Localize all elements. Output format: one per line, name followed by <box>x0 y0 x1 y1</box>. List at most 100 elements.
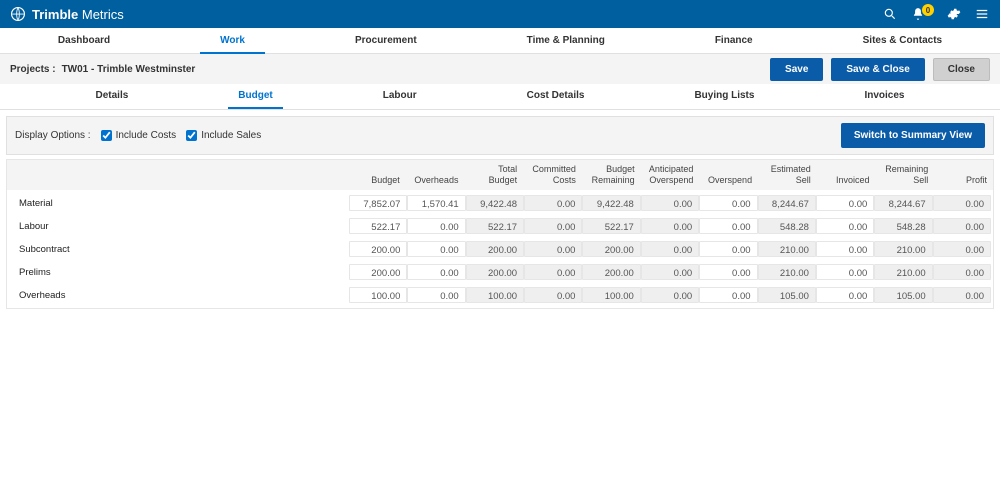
readonly-cell: 8,244.67 <box>874 195 932 211</box>
editable-cell[interactable]: 1,570.41 <box>407 195 465 211</box>
main-tab-finance[interactable]: Finance <box>695 28 773 54</box>
table-row: Material7,852.071,570.419,422.480.009,42… <box>9 193 991 213</box>
col-header-total-budget[interactable]: Total Budget <box>464 161 523 190</box>
main-tab-time-planning[interactable]: Time & Planning <box>507 28 625 54</box>
col-header-overspend[interactable]: Overspend <box>699 172 758 190</box>
menu-icon[interactable] <box>974 6 990 22</box>
readonly-cell: 210.00 <box>874 264 932 280</box>
project-bar: Projects : TW01 - Trimble Westminster Sa… <box>0 54 1000 84</box>
readonly-cell: 0.00 <box>524 264 582 280</box>
readonly-cell: 100.00 <box>582 287 640 303</box>
col-header-estimated-sell[interactable]: Estimated Sell <box>758 161 817 190</box>
col-header-profit[interactable]: Profit <box>934 172 993 190</box>
sub-tabs: Details Budget Labour Cost Details Buying Li… <box>0 84 1000 110</box>
main-tab-work[interactable]: Work <box>200 28 265 54</box>
row-label: Material <box>9 195 349 211</box>
table-row: Subcontract200.000.00200.000.00200.000.0… <box>9 239 991 259</box>
brand-name: Trimble Metrics <box>32 7 124 22</box>
editable-cell[interactable]: 200.00 <box>349 264 407 280</box>
editable-cell[interactable]: 0.00 <box>816 264 874 280</box>
editable-cell[interactable]: 0.00 <box>699 264 757 280</box>
projects-label: Projects : <box>10 64 56 75</box>
sub-tab-buying-lists[interactable]: Buying Lists <box>684 84 764 109</box>
switch-summary-button[interactable]: Switch to Summary View <box>841 123 985 148</box>
readonly-cell: 200.00 <box>582 264 640 280</box>
main-tab-dashboard[interactable]: Dashboard <box>38 28 130 54</box>
col-header-committed-costs[interactable]: Committed Costs <box>523 161 582 190</box>
readonly-cell: 0.00 <box>933 264 991 280</box>
row-label: Labour <box>9 218 349 234</box>
col-header-anticipated-overspend[interactable]: AnticipatedOverspend <box>641 161 700 190</box>
sub-tab-details[interactable]: Details <box>86 84 139 109</box>
col-header-remaining-sell[interactable]: Remaining Sell <box>876 161 935 190</box>
notification-count: 0 <box>922 4 934 16</box>
editable-cell[interactable]: 0.00 <box>699 195 757 211</box>
close-button[interactable]: Close <box>933 58 990 81</box>
readonly-cell: 0.00 <box>933 287 991 303</box>
readonly-cell: 548.28 <box>758 218 816 234</box>
readonly-cell: 0.00 <box>641 287 699 303</box>
editable-cell[interactable]: 0.00 <box>699 218 757 234</box>
readonly-cell: 0.00 <box>524 287 582 303</box>
readonly-cell: 0.00 <box>641 218 699 234</box>
editable-cell[interactable]: 200.00 <box>349 241 407 257</box>
include-costs-checkbox[interactable]: Include Costs <box>101 130 177 141</box>
editable-cell[interactable]: 0.00 <box>816 241 874 257</box>
editable-cell[interactable]: 0.00 <box>816 218 874 234</box>
table-row: Overheads100.000.00100.000.00100.000.000… <box>9 285 991 305</box>
main-tab-procurement[interactable]: Procurement <box>335 28 437 54</box>
col-header-invoiced[interactable]: Invoiced <box>817 172 876 190</box>
table-row: Prelims200.000.00200.000.00200.000.000.0… <box>9 262 991 282</box>
gear-icon[interactable] <box>946 6 962 22</box>
save-button[interactable]: Save <box>770 58 823 81</box>
readonly-cell: 0.00 <box>524 218 582 234</box>
readonly-cell: 200.00 <box>466 264 524 280</box>
readonly-cell: 0.00 <box>933 218 991 234</box>
editable-cell[interactable]: 100.00 <box>349 287 407 303</box>
readonly-cell: 0.00 <box>933 241 991 257</box>
project-name: TW01 - Trimble Westminster <box>62 64 196 75</box>
editable-cell[interactable]: 7,852.07 <box>349 195 407 211</box>
readonly-cell: 105.00 <box>874 287 932 303</box>
editable-cell[interactable]: 0.00 <box>407 241 465 257</box>
readonly-cell: 0.00 <box>641 241 699 257</box>
readonly-cell: 0.00 <box>641 264 699 280</box>
editable-cell[interactable]: 0.00 <box>407 287 465 303</box>
editable-cell[interactable]: 0.00 <box>699 241 757 257</box>
editable-cell[interactable]: 0.00 <box>816 287 874 303</box>
trimble-logo-icon <box>10 6 26 22</box>
readonly-cell: 0.00 <box>524 195 582 211</box>
main-tabs: Dashboard Work Procurement Time & Planning F… <box>0 28 1000 54</box>
col-header-row-label[interactable] <box>7 183 347 190</box>
readonly-cell: 9,422.48 <box>466 195 524 211</box>
display-options-label: Display Options : <box>15 130 91 141</box>
col-header-budget-remaining[interactable]: Budget Remaining <box>582 161 641 190</box>
col-header-overheads[interactable]: Overheads <box>406 172 465 190</box>
main-tab-sites-contacts[interactable]: Sites & Contacts <box>843 28 962 54</box>
options-bar: Display Options : Include Costs Include … <box>6 116 994 155</box>
editable-cell[interactable]: 0.00 <box>816 195 874 211</box>
sub-tab-labour[interactable]: Labour <box>373 84 427 109</box>
topbar: Trimble Metrics 0 <box>0 0 1000 28</box>
notification-button[interactable]: 0 <box>910 6 934 22</box>
editable-cell[interactable]: 0.00 <box>407 264 465 280</box>
grid-header-row: BudgetOverheadsTotal BudgetCommitted Cos… <box>7 160 993 190</box>
readonly-cell: 0.00 <box>641 195 699 211</box>
table-row: Labour522.170.00522.170.00522.170.000.00… <box>9 216 991 236</box>
include-sales-checkbox[interactable]: Include Sales <box>186 130 261 141</box>
sub-tab-budget[interactable]: Budget <box>228 84 282 109</box>
search-icon[interactable] <box>882 6 898 22</box>
readonly-cell: 210.00 <box>758 241 816 257</box>
editable-cell[interactable]: 522.17 <box>349 218 407 234</box>
topbar-actions: 0 <box>882 6 990 22</box>
save-close-button[interactable]: Save & Close <box>831 58 924 81</box>
readonly-cell: 8,244.67 <box>758 195 816 211</box>
sub-tab-cost-details[interactable]: Cost Details <box>517 84 595 109</box>
col-header-budget[interactable]: Budget <box>347 172 406 190</box>
editable-cell[interactable]: 0.00 <box>699 287 757 303</box>
editable-cell[interactable]: 0.00 <box>407 218 465 234</box>
readonly-cell: 200.00 <box>466 241 524 257</box>
readonly-cell: 522.17 <box>582 218 640 234</box>
include-sales-label: Include Sales <box>201 130 261 141</box>
sub-tab-invoices[interactable]: Invoices <box>854 84 914 109</box>
